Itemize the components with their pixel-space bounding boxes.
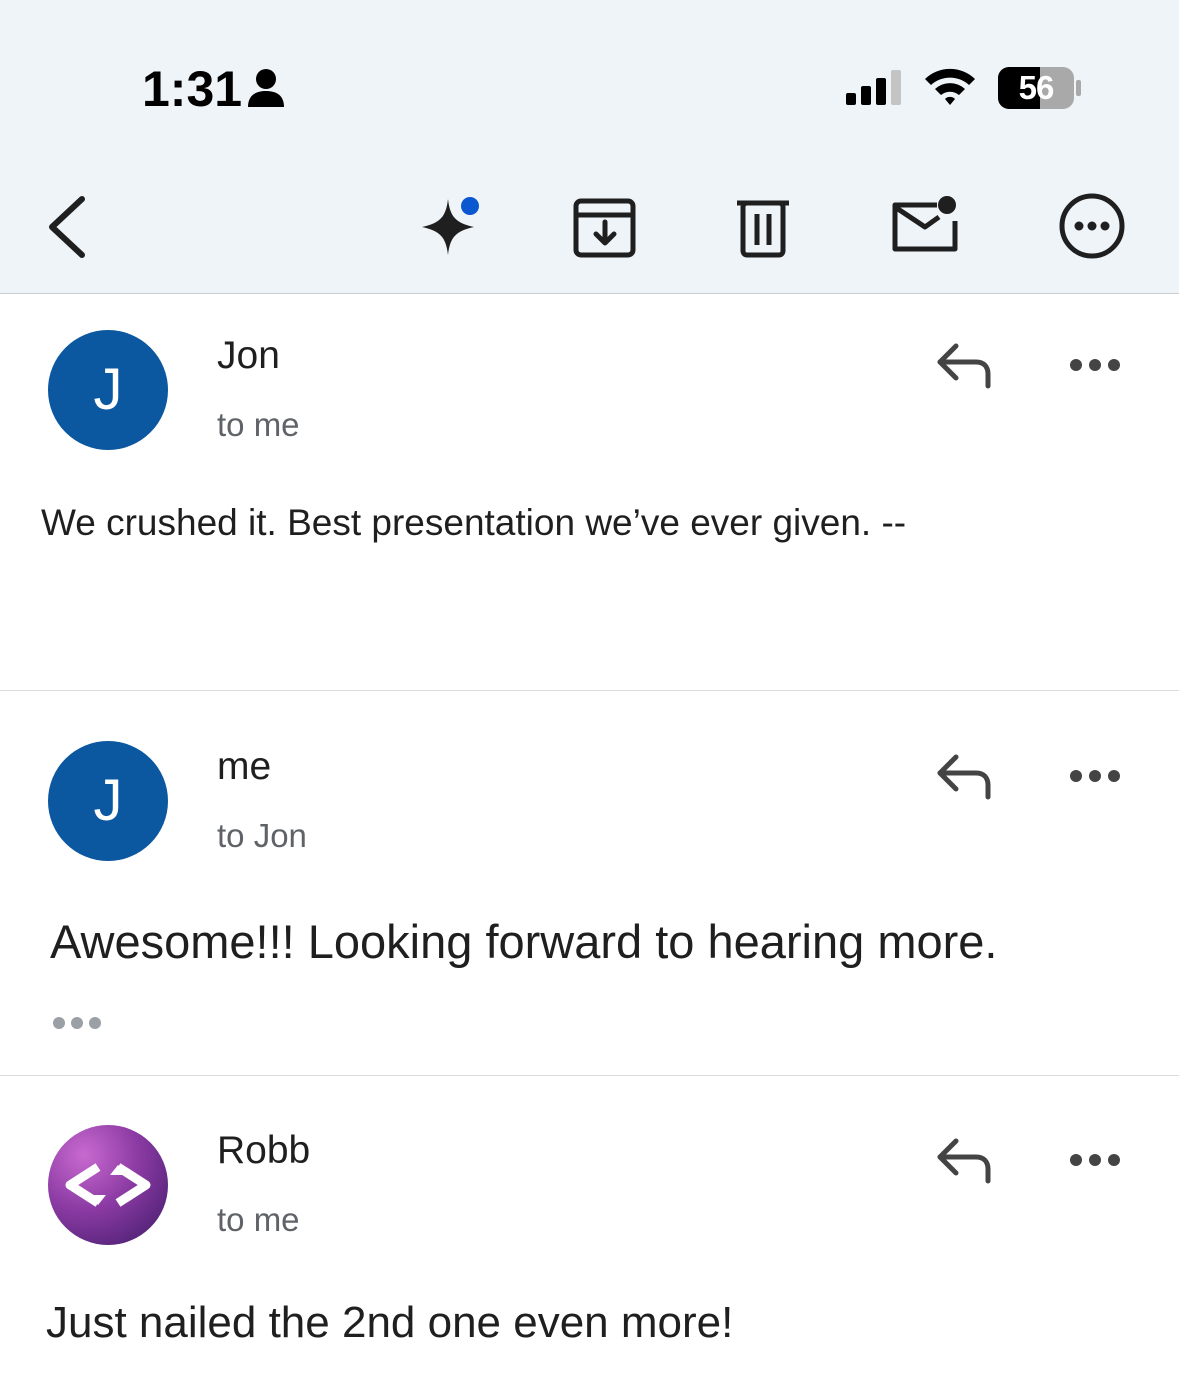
recipient-line[interactable]: to me bbox=[217, 406, 300, 444]
sender-avatar[interactable] bbox=[48, 1125, 168, 1245]
message-divider bbox=[0, 1075, 1179, 1076]
wifi-icon bbox=[925, 68, 975, 105]
message-body: We crushed it. Best presentation we’ve e… bbox=[41, 502, 907, 543]
battery-level: 56 bbox=[1018, 69, 1055, 106]
more-options-icon[interactable] bbox=[1068, 1151, 1122, 1169]
reply-icon[interactable] bbox=[934, 1135, 994, 1185]
sparkle-icon[interactable] bbox=[418, 195, 484, 257]
archive-icon[interactable] bbox=[572, 196, 638, 260]
person-icon bbox=[248, 69, 284, 107]
mail-unread-icon[interactable] bbox=[889, 193, 963, 257]
cellular-signal-icon bbox=[846, 70, 901, 105]
sender-avatar[interactable]: J bbox=[48, 330, 168, 450]
sender-name: Jon bbox=[217, 334, 280, 377]
sender-avatar[interactable]: J bbox=[48, 741, 168, 861]
recipient-line[interactable]: to Jon bbox=[217, 817, 307, 855]
more-options-icon[interactable] bbox=[1068, 356, 1122, 374]
message-body: Awesome!!! Looking forward to hearing mo… bbox=[50, 915, 998, 968]
back-icon[interactable] bbox=[40, 192, 90, 262]
message-divider bbox=[0, 690, 1179, 691]
sender-name: Robb bbox=[217, 1129, 311, 1172]
show-trimmed-content-icon[interactable] bbox=[52, 1015, 104, 1031]
top-app-bar: 1:31 56 bbox=[0, 0, 1179, 294]
message-body: Just nailed the 2nd one even more! bbox=[46, 1298, 734, 1347]
reply-icon[interactable] bbox=[934, 340, 994, 390]
more-horizontal-circle-icon[interactable] bbox=[1058, 192, 1126, 260]
recipient-line[interactable]: to me bbox=[217, 1201, 300, 1239]
status-time: 1:31 bbox=[142, 61, 243, 117]
code-brackets-logo-icon bbox=[65, 1163, 151, 1207]
more-options-icon[interactable] bbox=[1068, 767, 1122, 785]
reply-icon[interactable] bbox=[934, 751, 994, 801]
sender-name: me bbox=[217, 745, 272, 788]
trash-icon[interactable] bbox=[735, 196, 791, 260]
